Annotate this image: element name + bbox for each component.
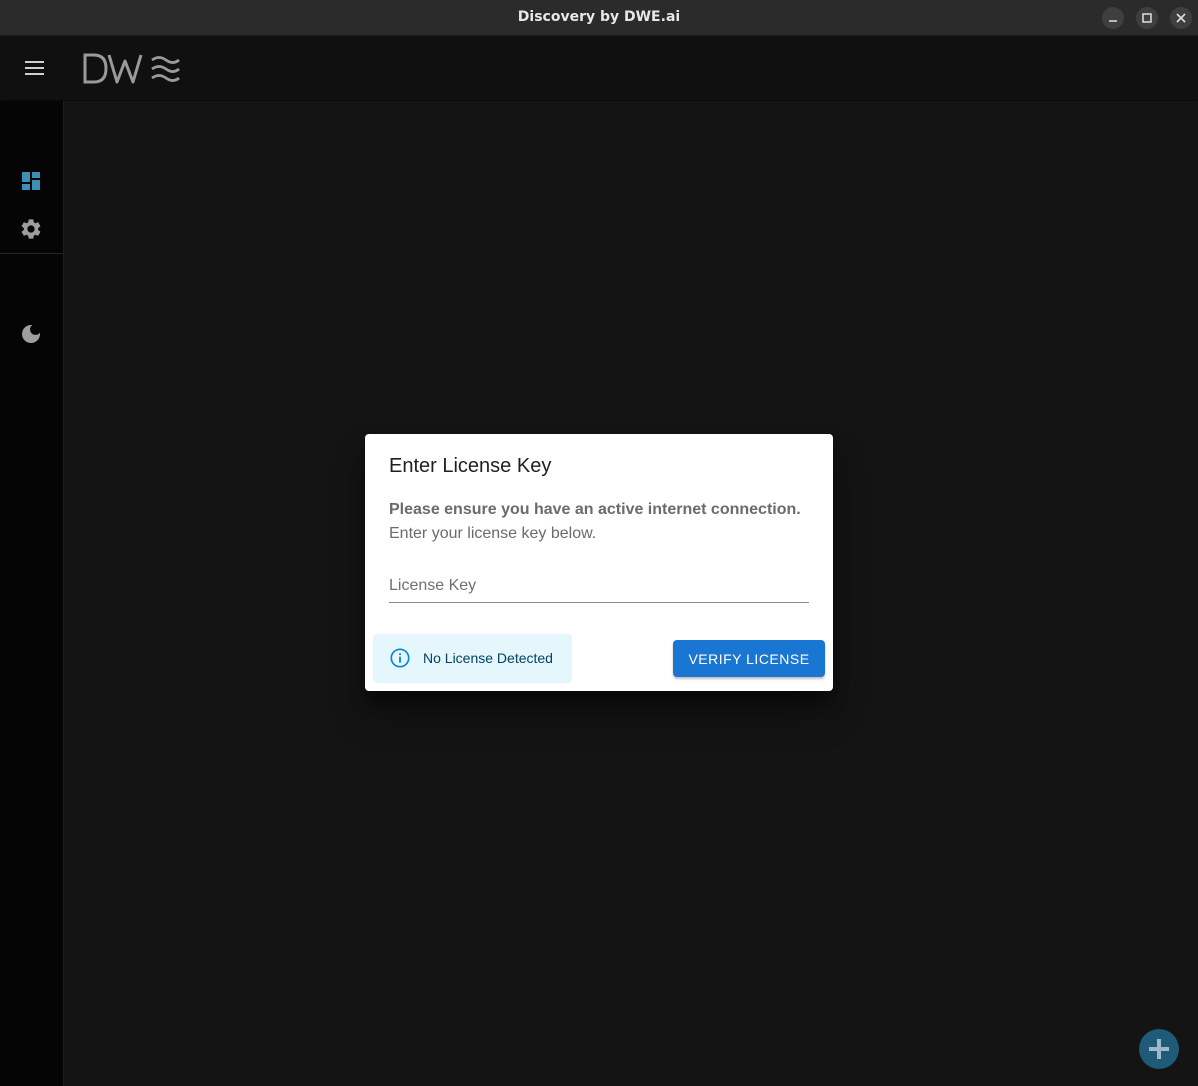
info-icon [390, 648, 410, 668]
license-status-text: No License Detected [423, 650, 553, 666]
theme-toggle-button[interactable] [0, 310, 63, 358]
app-bar [0, 36, 1198, 100]
verify-license-button[interactable]: VERIFY LICENSE [673, 640, 825, 677]
gear-icon [21, 219, 41, 239]
close-button[interactable] [1170, 7, 1192, 29]
hamburger-menu-icon [25, 61, 44, 75]
add-fab-button[interactable] [1139, 1029, 1179, 1069]
window-title: Discovery by DWE.ai [517, 9, 681, 25]
sidebar-divider [0, 253, 63, 254]
sidebar [0, 101, 64, 1086]
moon-icon [22, 325, 40, 343]
maximize-button[interactable] [1136, 7, 1158, 29]
dialog-message-bold: Please ensure you have an active interne… [389, 501, 801, 518]
sidebar-item-dashboard[interactable] [0, 157, 63, 205]
sidebar-item-settings[interactable] [0, 205, 63, 253]
dialog-message-text: Enter your license key below. [389, 525, 597, 542]
close-icon [1176, 13, 1186, 23]
maximize-icon [1142, 13, 1152, 23]
dashboard-icon [22, 172, 40, 190]
minimize-button[interactable] [1102, 7, 1124, 29]
menu-button[interactable] [17, 50, 53, 86]
minimize-icon [1109, 20, 1117, 22]
plus-icon [1149, 1039, 1169, 1059]
dialog-message: Please ensure you have an active interne… [389, 498, 819, 546]
license-status-alert: No License Detected [373, 634, 572, 683]
license-key-input[interactable] [389, 574, 809, 598]
dwe-logo [82, 52, 182, 86]
window-titlebar: Discovery by DWE.ai [0, 0, 1198, 36]
dialog-title: Enter License Key [389, 455, 552, 477]
license-key-field [389, 572, 809, 603]
license-dialog: Enter License Key Please ensure you have… [365, 434, 833, 691]
